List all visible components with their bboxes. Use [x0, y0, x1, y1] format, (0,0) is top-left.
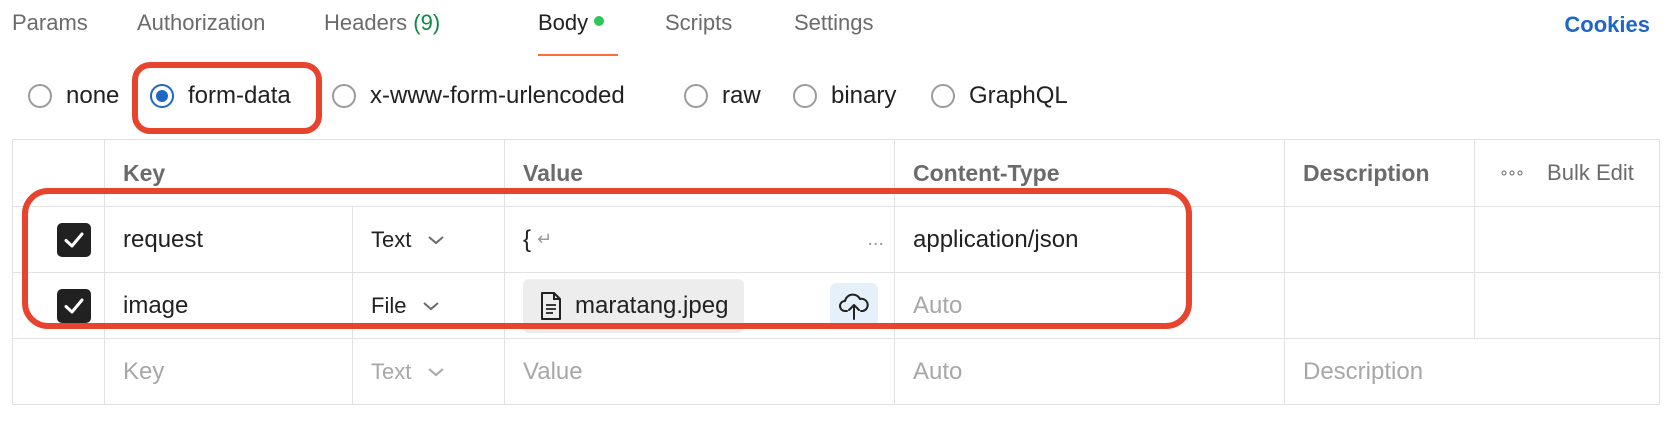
description-placeholder: Description	[1303, 358, 1424, 385]
row-checkbox-cell	[13, 273, 105, 338]
body-type-binary[interactable]: binary	[793, 82, 896, 110]
key-text: request	[123, 225, 204, 253]
row-checkbox[interactable]	[57, 222, 91, 257]
chevron-down-icon	[423, 301, 440, 310]
body-type-none[interactable]: none	[28, 82, 119, 110]
new-value-input[interactable]: Value	[505, 339, 895, 405]
body-type-graphql[interactable]: GraphQL	[931, 82, 1068, 110]
type-dropdown[interactable]: File	[353, 293, 440, 319]
new-type-cell: Text	[353, 339, 505, 405]
actions-cell	[1475, 273, 1661, 338]
actions-cell	[1475, 207, 1661, 272]
tab-scripts[interactable]: Scripts	[665, 10, 732, 36]
bulk-edit-button[interactable]: ∘∘∘ Bulk Edit	[1499, 160, 1634, 186]
tab-settings[interactable]: Settings	[794, 10, 874, 36]
content-type-placeholder: Auto	[913, 291, 963, 319]
active-tab-indicator	[538, 54, 618, 56]
description-cell[interactable]	[1285, 207, 1475, 272]
radio-binary[interactable]	[793, 84, 817, 108]
table-header-row: Key Value Content-Type Description ∘∘∘ B…	[13, 140, 1661, 207]
body-active-dot-icon	[594, 16, 605, 26]
body-type-raw[interactable]: raw	[684, 82, 761, 110]
new-content-type-placeholder: Auto	[913, 358, 963, 385]
tab-body[interactable]: Body	[538, 10, 605, 36]
new-description-input[interactable]: Description	[1285, 339, 1661, 405]
new-content-type-input[interactable]: Auto	[895, 339, 1285, 405]
body-type-none-label: none	[66, 82, 120, 109]
body-type-graphql-label: GraphQL	[969, 82, 1068, 109]
tab-headers[interactable]: Headers (9)	[324, 10, 440, 36]
content-type-cell[interactable]: application/json	[895, 207, 1285, 272]
more-options-icon[interactable]: ∘∘∘	[1499, 163, 1525, 183]
table-row: request Text { ↵ ... application/json	[13, 207, 1661, 273]
tab-authorization[interactable]: Authorization	[137, 10, 265, 36]
new-row-checkbox-cell	[13, 339, 105, 405]
expand-value-ellipsis[interactable]: ...	[867, 228, 884, 251]
cloud-upload-button[interactable]	[830, 283, 878, 329]
type-dropdown[interactable]: Text	[353, 227, 445, 253]
header-checkbox-cell	[13, 140, 105, 206]
type-label: File	[371, 292, 407, 318]
header-description: Description	[1285, 140, 1475, 206]
key-placeholder: Key	[123, 358, 165, 385]
new-row: Key Text Value Auto Description	[13, 339, 1661, 405]
type-cell: Text	[353, 207, 505, 272]
body-type-raw-label: raw	[722, 82, 761, 109]
body-type-form-data-label: form-data	[188, 82, 291, 109]
body-type-form-data[interactable]: form-data	[150, 82, 291, 110]
header-content-type: Content-Type	[895, 140, 1285, 206]
checkmark-icon	[64, 232, 84, 247]
request-tabs: Params Authorization Headers (9) Body Sc…	[0, 0, 1672, 56]
value-placeholder: Value	[523, 358, 583, 385]
chevron-down-icon	[428, 368, 445, 377]
form-data-table: Key Value Content-Type Description ∘∘∘ B…	[12, 139, 1661, 405]
tab-authorization-label: Authorization	[137, 10, 266, 35]
key-cell[interactable]: image	[105, 273, 353, 338]
type-label: Text	[371, 226, 412, 252]
table-row: image File maratang.jpeg Auto	[13, 273, 1661, 339]
row-checkbox[interactable]	[57, 288, 91, 323]
cookies-link[interactable]: Cookies	[1564, 12, 1650, 38]
file-name: maratang.jpeg	[575, 291, 729, 319]
radio-raw[interactable]	[684, 84, 708, 108]
radio-graphql[interactable]	[931, 84, 955, 108]
radio-form-data[interactable]	[150, 84, 174, 108]
row-checkbox-cell	[13, 207, 105, 272]
description-cell[interactable]	[1285, 273, 1475, 338]
tab-settings-label: Settings	[794, 10, 874, 35]
body-type-binary-label: binary	[831, 82, 897, 109]
body-type-urlencoded[interactable]: x-www-form-urlencoded	[332, 82, 625, 110]
cloud-upload-icon	[839, 293, 869, 320]
tab-params-label: Params	[12, 10, 88, 35]
key-cell[interactable]: request	[105, 207, 353, 272]
tab-params[interactable]: Params	[12, 10, 88, 36]
value-cell: maratang.jpeg	[505, 273, 895, 338]
tab-headers-label: Headers	[324, 10, 408, 35]
content-type-cell[interactable]: Auto	[895, 273, 1285, 338]
type-cell: File	[353, 273, 505, 338]
checkmark-icon	[64, 298, 84, 313]
tab-body-label: Body	[538, 10, 589, 35]
value-text: {	[523, 225, 532, 253]
new-type-label: Text	[371, 359, 412, 384]
newline-icon: ↵	[537, 229, 553, 249]
body-type-urlencoded-label: x-www-form-urlencoded	[370, 82, 625, 109]
chevron-down-icon	[428, 235, 445, 244]
header-key: Key	[105, 140, 505, 206]
body-type-radio-group: none form-data x-www-form-urlencoded raw…	[0, 70, 1672, 126]
radio-urlencoded[interactable]	[332, 84, 356, 108]
bulk-edit-label: Bulk Edit	[1547, 160, 1634, 185]
file-chip[interactable]: maratang.jpeg	[523, 278, 745, 333]
value-cell[interactable]: { ↵ ...	[505, 207, 895, 272]
content-type-text: application/json	[913, 225, 1079, 253]
radio-none[interactable]	[28, 84, 52, 108]
tab-scripts-label: Scripts	[665, 10, 733, 35]
file-icon	[541, 291, 561, 320]
headers-count-badge: (9)	[413, 10, 441, 35]
new-type-dropdown[interactable]: Text	[353, 359, 445, 385]
header-actions: ∘∘∘ Bulk Edit	[1475, 140, 1661, 206]
header-value: Value	[505, 140, 895, 206]
key-text: image	[123, 291, 189, 319]
new-key-input[interactable]: Key	[105, 339, 353, 405]
